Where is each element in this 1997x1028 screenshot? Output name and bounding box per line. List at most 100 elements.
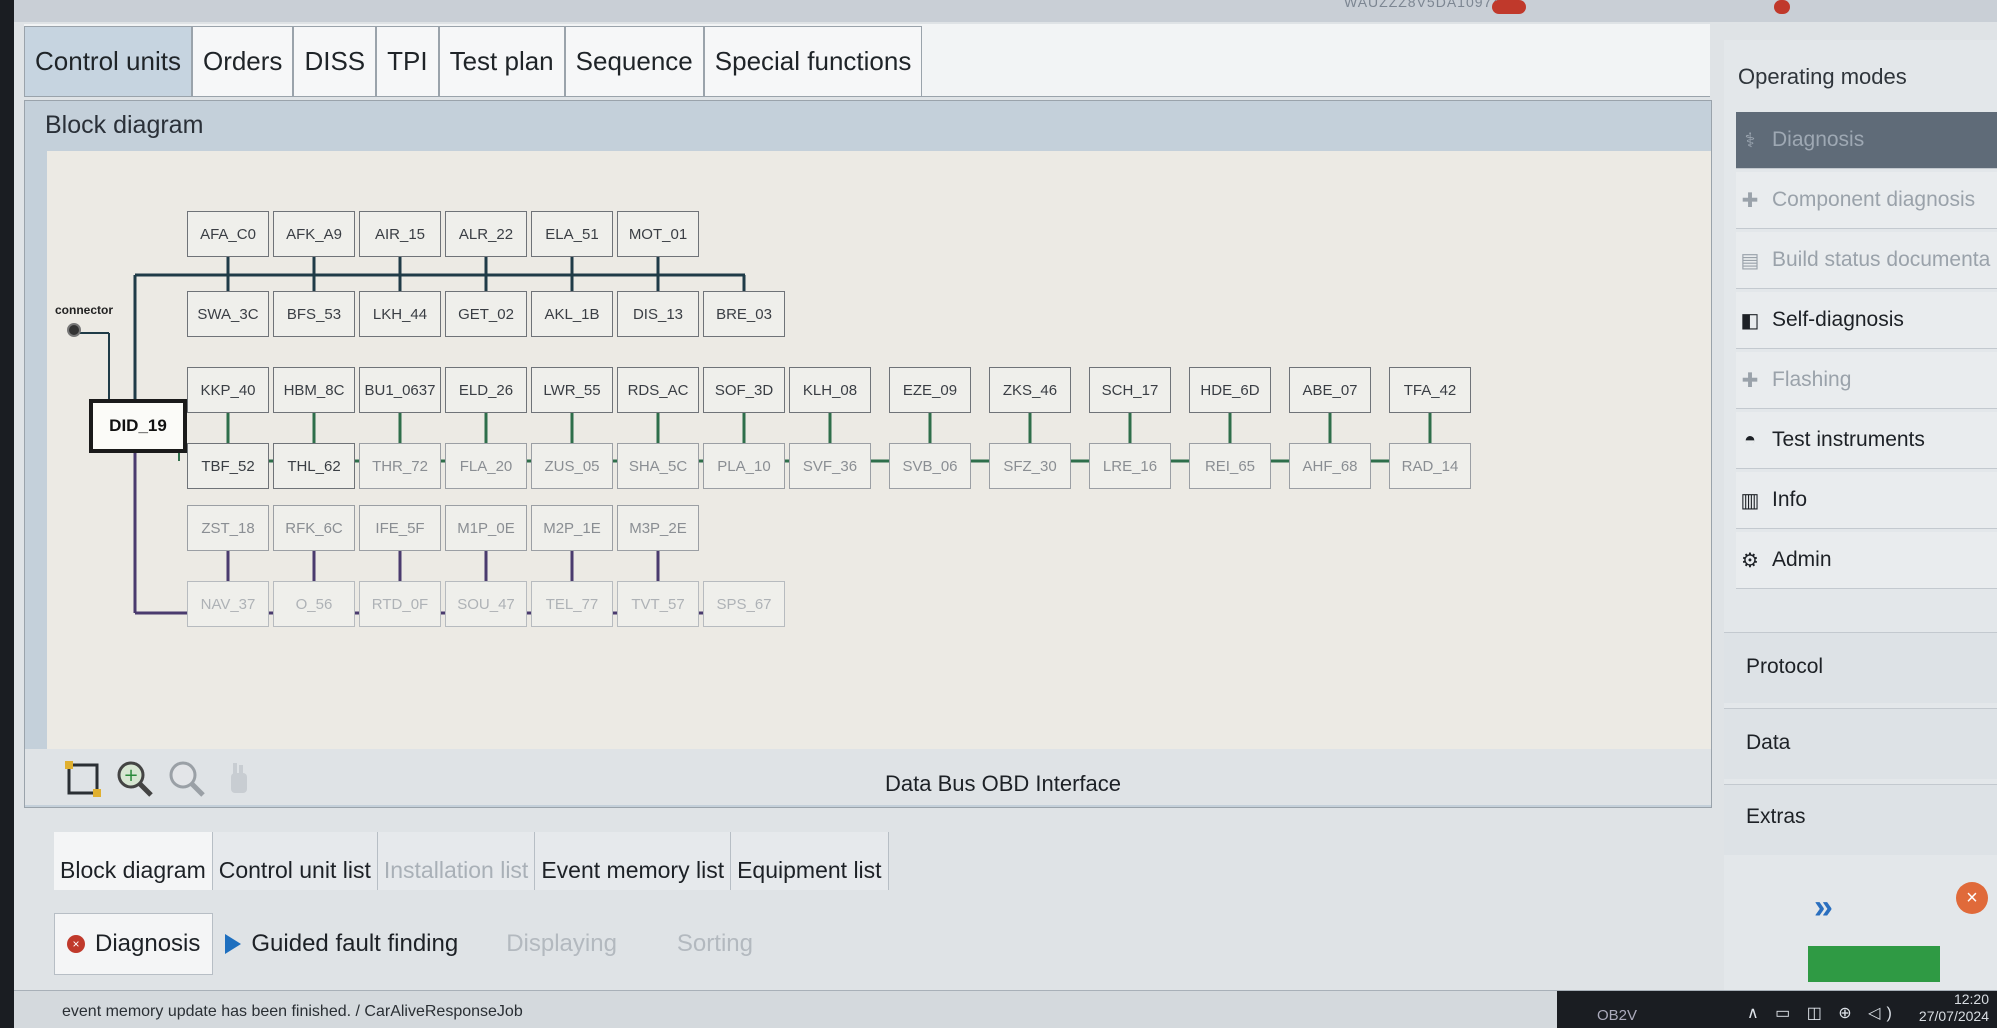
node-lwr-55[interactable]: LWR_55	[531, 367, 613, 413]
node-eld-26[interactable]: ELD_26	[445, 367, 527, 413]
node-thl-62[interactable]: THL_62	[273, 443, 355, 489]
node-rds-ac[interactable]: RDS_AC	[617, 367, 699, 413]
tab-event-memory-list[interactable]: Event memory list	[535, 832, 732, 890]
node-bre-03[interactable]: BRE_03	[703, 291, 785, 337]
fit-view-icon[interactable]	[63, 759, 103, 799]
node-tel-77[interactable]: TEL_77	[531, 581, 613, 627]
node-hde-6d[interactable]: HDE_6D	[1189, 367, 1271, 413]
data-bus-label: Data Bus OBD Interface	[885, 771, 1121, 796]
node-afk-a9[interactable]: AFK_A9	[273, 211, 355, 257]
displaying-button[interactable]: Displaying	[494, 914, 629, 974]
zoom-out-icon[interactable]	[167, 759, 207, 799]
diagram-toolbar: + Data Bus OBD Interface	[25, 749, 1711, 805]
protocol-section[interactable]: Protocol	[1724, 632, 1997, 703]
node-tfa-42[interactable]: TFA_42	[1389, 367, 1471, 413]
node-eze-09[interactable]: EZE_09	[889, 367, 971, 413]
node-klh-08[interactable]: KLH_08	[789, 367, 871, 413]
node-sps-67[interactable]: SPS_67	[703, 581, 785, 627]
node-ife-5f[interactable]: IFE_5F	[359, 505, 441, 551]
mode-diagnosis[interactable]: ⚕ Diagnosis	[1736, 112, 1997, 169]
diagnosis-button[interactable]: × Diagnosis	[54, 913, 214, 975]
node-o-56[interactable]: O_56	[273, 581, 355, 627]
node-dis-13[interactable]: DIS_13	[617, 291, 699, 337]
node-pla-10[interactable]: PLA_10	[703, 443, 785, 489]
connector-label: connector	[55, 303, 114, 317]
node-tbf-52[interactable]: TBF_52	[187, 443, 269, 489]
sorting-button[interactable]: Sorting	[665, 914, 765, 974]
node-fla-20[interactable]: FLA_20	[445, 443, 527, 489]
pan-hand-icon[interactable]	[219, 759, 259, 799]
node-lkh-44[interactable]: LKH_44	[359, 291, 441, 337]
node-afa-c0[interactable]: AFA_C0	[187, 211, 269, 257]
node-sch-17[interactable]: SCH_17	[1089, 367, 1171, 413]
puzzle-icon: ✚	[1741, 189, 1759, 212]
node-alr-22[interactable]: ALR_22	[445, 211, 527, 257]
node-get-02[interactable]: GET_02	[445, 291, 527, 337]
node-abe-07[interactable]: ABE_07	[1289, 367, 1371, 413]
node-bu1-0637[interactable]: BU1_0637	[359, 367, 441, 413]
mode-flashing[interactable]: ✚ Flashing	[1736, 352, 1997, 409]
window-close-icon[interactable]	[1774, 0, 1790, 14]
node-thr-72[interactable]: THR_72	[359, 443, 441, 489]
node-rad-14[interactable]: RAD_14	[1389, 443, 1471, 489]
node-nav-37[interactable]: NAV_37	[187, 581, 269, 627]
node-did[interactable]: DID_19	[89, 399, 187, 453]
tab-installation-list[interactable]: Installation list	[377, 832, 536, 890]
node-sof-3d[interactable]: SOF_3D	[703, 367, 785, 413]
node-hbm-8c[interactable]: HBM_8C	[273, 367, 355, 413]
node-m1p-0e[interactable]: M1P_0E	[445, 505, 527, 551]
guided-fault-finding-button[interactable]: Guided fault finding	[213, 914, 470, 974]
node-kkp-40[interactable]: KKP_40	[187, 367, 269, 413]
node-swa-3c[interactable]: SWA_3C	[187, 291, 269, 337]
node-bfs-53[interactable]: BFS_53	[273, 291, 355, 337]
node-svf-36[interactable]: SVF_36	[789, 443, 871, 489]
node-sha-5c[interactable]: SHA_5C	[617, 443, 699, 489]
tab-control-units[interactable]: Control units	[24, 26, 192, 96]
node-rfk-6c[interactable]: RFK_6C	[273, 505, 355, 551]
extras-section[interactable]: Extras	[1724, 784, 1997, 855]
tab-control-unit-list[interactable]: Control unit list	[212, 832, 378, 890]
node-zst-18[interactable]: ZST_18	[187, 505, 269, 551]
node-rtd-0f[interactable]: RTD_0F	[359, 581, 441, 627]
tab-orders[interactable]: Orders	[191, 26, 294, 96]
node-rei-65[interactable]: REI_65	[1189, 443, 1271, 489]
node-ela-51[interactable]: ELA_51	[531, 211, 613, 257]
tab-equipment-list[interactable]: Equipment list	[731, 832, 889, 890]
zoom-in-icon[interactable]: +	[115, 759, 155, 799]
node-sou-47[interactable]: SOU_47	[445, 581, 527, 627]
screen: WAUZZZ8V5DA109745 Control units Orders D…	[14, 0, 1997, 1028]
mode-build-status[interactable]: ▤ Build status documenta	[1736, 232, 1997, 289]
tab-special-functions[interactable]: Special functions	[703, 26, 923, 96]
data-section[interactable]: Data	[1724, 708, 1997, 779]
tray-clock[interactable]: 12:20 27/07/2024	[1919, 991, 1989, 1025]
tab-tpi[interactable]: TPI	[376, 26, 439, 96]
node-svb-06[interactable]: SVB_06	[889, 443, 971, 489]
tab-diss[interactable]: DISS	[293, 26, 377, 96]
node-m2p-1e[interactable]: M2P_1E	[531, 505, 613, 551]
mode-test-instruments[interactable]: ◓ Test instruments	[1736, 412, 1997, 469]
node-tvt-57[interactable]: TVT_57	[617, 581, 699, 627]
node-air-15[interactable]: AIR_15	[359, 211, 441, 257]
tab-block-diagram[interactable]: Block diagram	[54, 832, 213, 890]
node-m3p-2e[interactable]: M3P_2E	[617, 505, 699, 551]
mode-self-diagnosis[interactable]: ◧ Self-diagnosis	[1736, 292, 1997, 349]
node-zus-05[interactable]: ZUS_05	[531, 443, 613, 489]
mode-admin[interactable]: ⚙ Admin	[1736, 532, 1997, 589]
node-mot-01[interactable]: MOT_01	[617, 211, 699, 257]
flashing-icon: ✚	[1741, 369, 1759, 392]
node-lre-16[interactable]: LRE_16	[1089, 443, 1171, 489]
guided-fault-finding-label: Guided fault finding	[251, 930, 459, 957]
mode-info[interactable]: ▥ Info	[1736, 472, 1997, 529]
block-diagram-canvas[interactable]: connector DID_19 AFA_C0 AFK_A9 AIR_15 ALR_2…	[47, 151, 1711, 749]
tab-sequence[interactable]: Sequence	[564, 26, 704, 96]
gauge-icon: ◓	[1743, 428, 1757, 451]
cancel-icon[interactable]: ×	[1956, 882, 1988, 914]
node-ahf-68[interactable]: AHF_68	[1289, 443, 1371, 489]
tab-test-plan[interactable]: Test plan	[438, 26, 565, 96]
next-arrows-icon[interactable]: »	[1814, 888, 1833, 927]
tray-icons[interactable]: ∧ ▭ ◫ ⊕ ◁)	[1747, 1003, 1898, 1023]
node-zks-46[interactable]: ZKS_46	[989, 367, 1071, 413]
mode-component-diagnosis[interactable]: ✚ Component diagnosis	[1736, 172, 1997, 229]
node-sfz-30[interactable]: SFZ_30	[989, 443, 1071, 489]
node-akl-1b[interactable]: AKL_1B	[531, 291, 613, 337]
